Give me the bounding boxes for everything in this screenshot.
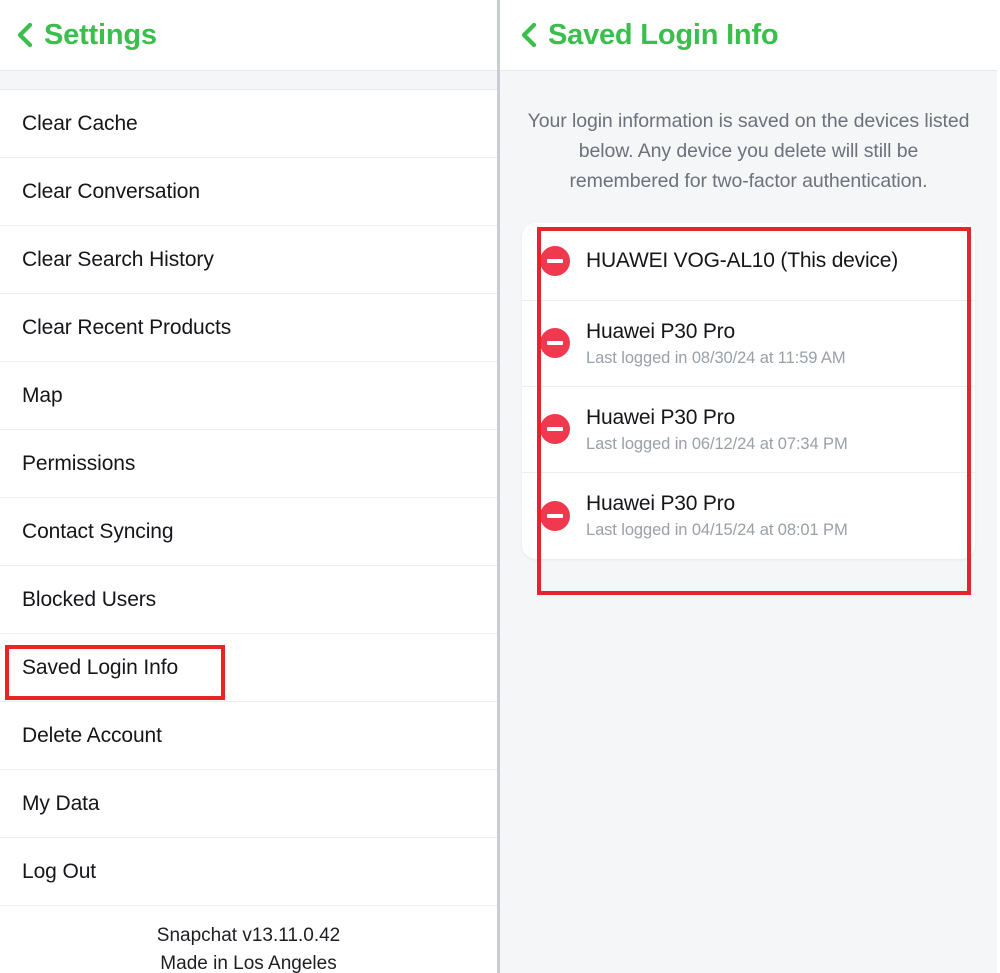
sidebar-item-label: My Data (22, 791, 100, 815)
sidebar-item-label: Delete Account (22, 723, 162, 747)
device-last-login: Last logged in 06/12/24 at 07:34 PM (586, 434, 848, 453)
list-item[interactable]: HUAWEI VOG-AL10 (This device) (522, 223, 975, 301)
device-last-login: Last logged in 04/15/24 at 08:01 PM (586, 521, 848, 540)
sidebar-item-label: Permissions (22, 451, 136, 475)
remove-circle-icon[interactable] (540, 328, 570, 359)
sidebar-item-saved-login-info[interactable]: Saved Login Info (0, 634, 497, 702)
saved-login-nav-header: Saved Login Info (500, 0, 997, 70)
settings-menu-list: Clear Cache Clear Conversation Clear Sea… (0, 90, 497, 906)
remove-circle-icon[interactable] (540, 246, 570, 277)
device-info: HUAWEI VOG-AL10 (This device) (586, 248, 898, 274)
sidebar-item-clear-conversation[interactable]: Clear Conversation (0, 158, 497, 226)
sidebar-item-clear-search-history[interactable]: Clear Search History (0, 226, 497, 294)
sidebar-item-permissions[interactable]: Permissions (0, 430, 497, 498)
section-divider-band (500, 70, 997, 88)
section-divider-band (0, 70, 497, 90)
chevron-left-icon[interactable] (520, 21, 538, 49)
device-name: Huawei P30 Pro (586, 492, 735, 516)
app-footer: Snapchat v13.11.0.42 Made in Los Angeles (0, 906, 497, 973)
sidebar-item-label: Clear Cache (22, 111, 138, 135)
page-title: Settings (44, 18, 157, 51)
sidebar-item-delete-account[interactable]: Delete Account (0, 702, 497, 770)
description-text: Your login information is saved on the d… (527, 110, 970, 193)
sidebar-item-label: Map (22, 383, 63, 407)
sidebar-item-label: Contact Syncing (22, 519, 174, 543)
sidebar-item-label: Clear Search History (22, 247, 214, 271)
device-name: HUAWEI VOG-AL10 (This device) (586, 249, 898, 273)
device-last-login: Last logged in 08/30/24 at 11:59 AM (586, 348, 846, 367)
list-item[interactable]: Huawei P30 Pro Last logged in 06/12/24 a… (522, 387, 975, 473)
sidebar-item-my-data[interactable]: My Data (0, 770, 497, 838)
sidebar-item-label: Saved Login Info (22, 655, 179, 679)
sidebar-item-log-out[interactable]: Log Out (0, 838, 497, 906)
page-title: Saved Login Info (548, 18, 779, 51)
device-info: Huawei P30 Pro Last logged in 08/30/24 a… (586, 319, 846, 368)
sidebar-item-label: Log Out (22, 859, 97, 883)
sidebar-item-label: Blocked Users (22, 587, 157, 611)
device-name: Huawei P30 Pro (586, 319, 735, 343)
sidebar-item-blocked-users[interactable]: Blocked Users (0, 566, 497, 634)
sidebar-item-label: Clear Recent Products (22, 315, 232, 339)
app-made-in-text: Made in Los Angeles (160, 952, 337, 973)
device-info: Huawei P30 Pro Last logged in 04/15/24 a… (586, 491, 848, 540)
saved-login-info-pane: Saved Login Info Your login information … (500, 0, 997, 973)
chevron-left-icon[interactable] (16, 21, 34, 49)
app-screen: Settings Clear Cache Clear Conversation … (0, 0, 1000, 973)
device-info: Huawei P30 Pro Last logged in 06/12/24 a… (586, 405, 848, 454)
sidebar-item-contact-syncing[interactable]: Contact Syncing (0, 498, 497, 566)
remove-circle-icon[interactable] (540, 500, 570, 531)
device-list-card: HUAWEI VOG-AL10 (This device) Huawei P30… (522, 222, 975, 559)
settings-pane: Settings Clear Cache Clear Conversation … (0, 0, 500, 973)
device-name: Huawei P30 Pro (586, 405, 735, 429)
sidebar-item-label: Clear Conversation (22, 179, 200, 203)
list-item[interactable]: Huawei P30 Pro Last logged in 08/30/24 a… (522, 301, 975, 387)
app-version-text: Snapchat v13.11.0.42 (156, 925, 341, 946)
list-item[interactable]: Huawei P30 Pro Last logged in 04/15/24 a… (522, 473, 975, 559)
sidebar-item-clear-recent-products[interactable]: Clear Recent Products (0, 294, 497, 362)
sidebar-item-map[interactable]: Map (0, 362, 497, 430)
remove-circle-icon[interactable] (540, 414, 570, 445)
settings-nav-header: Settings (0, 0, 497, 70)
sidebar-item-clear-cache[interactable]: Clear Cache (0, 90, 497, 158)
